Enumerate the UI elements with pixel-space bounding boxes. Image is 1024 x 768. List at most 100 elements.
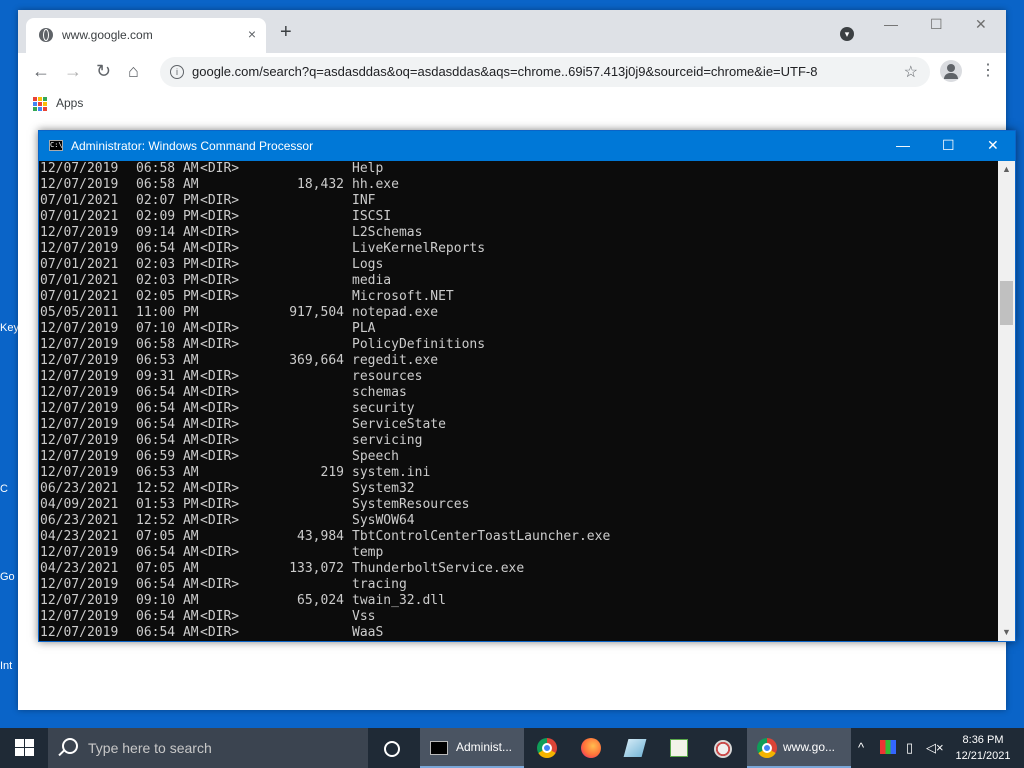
cmd-titlebar[interactable]: C:\ Administrator: Windows Command Proce…: [39, 131, 1015, 161]
start-button[interactable]: [0, 728, 48, 768]
line-date: 12/07/2019: [40, 337, 119, 352]
taskbar-chrome-pinned[interactable]: [527, 728, 567, 768]
tab-search-icon[interactable]: ▾: [840, 27, 854, 41]
line-date: 12/07/2019: [40, 385, 119, 400]
browser-tab[interactable]: www.google.com ×: [26, 18, 266, 53]
line-name: servicing: [352, 433, 423, 448]
apps-grid-icon[interactable]: [33, 97, 47, 111]
url-text[interactable]: google.com/search?q=asdasddas&oq=asdasdd…: [192, 64, 817, 79]
line-time: 06:54 AM: [136, 401, 199, 416]
console-line: 12/07/2019 09:10 AM 65,024 twain_32.dll: [40, 593, 1000, 609]
line-time: 09:31 AM: [136, 369, 199, 384]
tab-close-button[interactable]: ×: [248, 26, 256, 42]
forward-icon[interactable]: →: [64, 61, 82, 81]
console-line: 06/23/2021 12:52 AM<DIR> SysWOW64: [40, 513, 1000, 529]
maximize-button[interactable]: ☐: [930, 16, 943, 33]
line-name: WaaS: [352, 625, 384, 640]
taskbar-search-box[interactable]: Type here to search: [48, 728, 368, 768]
new-tab-button[interactable]: +: [280, 22, 292, 42]
back-icon[interactable]: ←: [32, 61, 50, 81]
minimize-button[interactable]: —: [884, 16, 898, 32]
taskbar-cmd-label: Administ...: [456, 740, 513, 754]
line-dir: <DIR>: [200, 385, 240, 400]
menu-dots-icon[interactable]: ⋮: [980, 61, 996, 81]
globe-icon: [39, 28, 53, 42]
line-name: PLA: [352, 321, 376, 336]
apps-grid-dot: [43, 102, 47, 106]
line-dir: <DIR>: [200, 337, 240, 352]
info-icon[interactable]: i: [170, 65, 184, 79]
home-icon[interactable]: ⌂: [128, 61, 139, 81]
bookmark-star-icon[interactable]: ☆: [904, 62, 918, 82]
close-button[interactable]: ✕: [975, 16, 987, 33]
chrome-icon: [537, 738, 557, 758]
line-date: 12/07/2019: [40, 321, 119, 336]
console-line: 05/05/2011 11:00 PM 917,504 notepad.exe: [40, 305, 1000, 321]
profile-avatar-icon[interactable]: [940, 60, 962, 82]
line-size: 219: [320, 465, 344, 480]
line-time: 12:52 AM: [136, 513, 199, 528]
line-name: L2Schemas: [352, 225, 423, 240]
apps-bookmark[interactable]: Apps: [56, 96, 83, 110]
scroll-thumb[interactable]: [1000, 281, 1013, 325]
cmd-window: C:\ Administrator: Windows Command Proce…: [38, 130, 1016, 642]
bookmarks-bar: Apps: [18, 91, 1006, 117]
line-dir: <DIR>: [200, 161, 240, 176]
display-icon[interactable]: [880, 740, 896, 754]
address-bar[interactable]: i google.com/search?q=asdasddas&oq=asdas…: [160, 57, 930, 87]
console-line: 12/07/2019 06:54 AM<DIR> tracing: [40, 577, 1000, 593]
line-size: 43,984: [297, 529, 344, 544]
line-size: 65,024: [297, 593, 344, 608]
line-name: twain_32.dll: [352, 593, 446, 608]
paint-icon: [714, 740, 732, 758]
console-output[interactable]: 12/07/2019 06:58 AM<DIR> Help 12/07/2019 06:…: [39, 161, 1000, 641]
cmd-close-button[interactable]: ✕: [987, 136, 999, 154]
apps-grid-dot: [43, 97, 47, 101]
cmd-maximize-button[interactable]: ☐: [942, 136, 955, 154]
line-date: 07/01/2021: [40, 273, 119, 288]
taskbar-chrome-app[interactable]: www.go...: [747, 728, 851, 768]
line-size: 133,072: [289, 561, 344, 576]
desktop-icon-label[interactable]: Key: [0, 322, 19, 334]
cmd-title: Administrator: Windows Command Processor: [71, 139, 314, 153]
line-time: 02:07 PM: [136, 193, 199, 208]
taskbar-app-1[interactable]: [615, 728, 655, 768]
cmd-scrollbar[interactable]: ▲ ▼: [998, 161, 1015, 641]
scroll-up-icon[interactable]: ▲: [998, 161, 1015, 178]
line-date: 07/01/2021: [40, 209, 119, 224]
console-line: 04/23/2021 07:05 AM 133,072 ThunderboltServ…: [40, 561, 1000, 577]
line-time: 02:05 PM: [136, 289, 199, 304]
system-clock[interactable]: 8:36 PM 12/21/2021: [948, 732, 1018, 764]
line-name: LiveKernelReports: [352, 241, 486, 256]
volume-muted-icon[interactable]: ◁×: [926, 740, 944, 756]
tab-title: www.google.com: [62, 28, 153, 42]
taskbar-app-2[interactable]: [659, 728, 699, 768]
reload-icon[interactable]: ↻: [96, 61, 111, 81]
apps-grid-dot: [38, 107, 42, 111]
chrome-titlebar[interactable]: www.google.com × + ▾ — ☐ ✕: [18, 10, 1006, 53]
console-line: 04/23/2021 07:05 AM 43,984 TbtControlCenter…: [40, 529, 1000, 545]
line-date: 12/07/2019: [40, 177, 119, 192]
battery-icon[interactable]: ▯: [906, 740, 913, 756]
line-time: 06:54 AM: [136, 433, 199, 448]
console-line: 12/07/2019 09:31 AM<DIR> resources: [40, 369, 1000, 385]
scroll-down-icon[interactable]: ▼: [998, 624, 1015, 641]
line-name: hh.exe: [352, 177, 399, 192]
console-line: 12/07/2019 06:53 AM 219 system.ini: [40, 465, 1000, 481]
desktop-icon-label[interactable]: Go: [0, 571, 15, 583]
console-line: 12/07/2019 06:54 AM<DIR> Vss: [40, 609, 1000, 625]
line-dir: <DIR>: [200, 289, 240, 304]
line-name: temp: [352, 545, 384, 560]
line-name: ThunderboltService.exe: [352, 561, 525, 576]
task-view-icon[interactable]: [384, 741, 400, 757]
desktop-icon-label[interactable]: C: [0, 483, 8, 495]
taskbar-cmd-app[interactable]: Administ...: [420, 728, 524, 768]
taskbar-app-3[interactable]: [703, 728, 743, 768]
chevron-up-icon[interactable]: ^: [858, 740, 864, 755]
taskbar-firefox[interactable]: [571, 728, 611, 768]
line-time: 06:53 AM: [136, 353, 199, 368]
cmd-minimize-button[interactable]: —: [896, 136, 910, 154]
line-name: ISCSI: [352, 209, 392, 224]
line-date: 06/23/2021: [40, 481, 119, 496]
desktop-icon-label[interactable]: Int: [0, 660, 12, 672]
